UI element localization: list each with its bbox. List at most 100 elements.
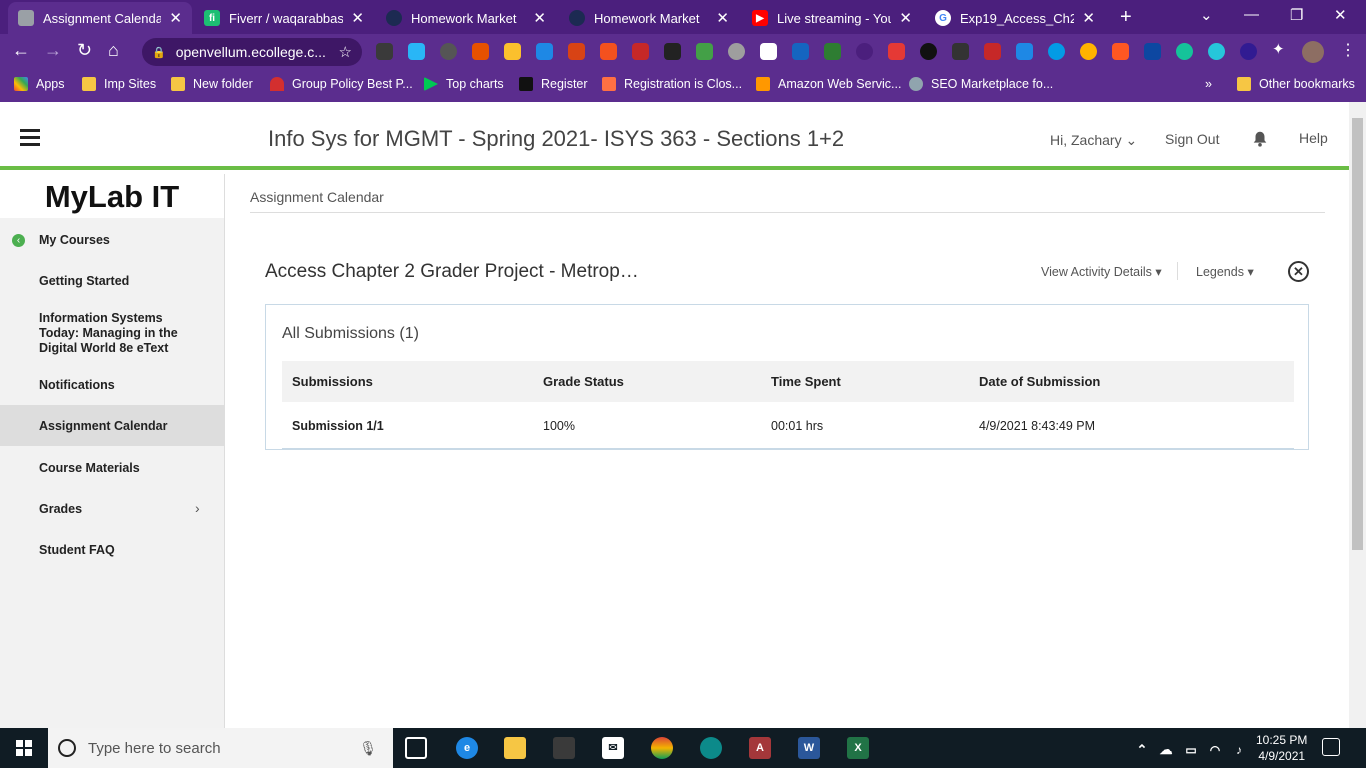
close-tab-icon[interactable]: ✕ bbox=[351, 9, 364, 27]
home-icon[interactable]: ⌂ bbox=[108, 40, 119, 61]
sidebar-item-my-courses[interactable]: My Courses bbox=[0, 233, 224, 248]
extension-icon[interactable] bbox=[1112, 43, 1129, 60]
user-menu[interactable]: Hi, Zachary ⌄ bbox=[1050, 132, 1137, 149]
action-center-icon[interactable] bbox=[1322, 738, 1340, 756]
tab-assignment-calendar[interactable]: Assignment Calendar ✕ bbox=[8, 2, 192, 34]
reload-icon[interactable]: ↻ bbox=[77, 40, 92, 61]
sign-out-link[interactable]: Sign Out bbox=[1165, 131, 1219, 147]
new-tab-icon[interactable]: + bbox=[1120, 6, 1132, 29]
extension-icon[interactable] bbox=[792, 43, 809, 60]
close-tab-icon[interactable]: ✕ bbox=[533, 9, 546, 27]
bookmark-aws[interactable]: Amazon Web Servic... bbox=[756, 77, 901, 91]
more-bookmarks-icon[interactable]: » bbox=[1205, 77, 1212, 91]
tab-search-icon[interactable]: ⌄ bbox=[1200, 6, 1213, 24]
edge-legacy-icon[interactable]: e bbox=[456, 737, 478, 759]
volume-icon[interactable]: ♪ bbox=[1228, 739, 1250, 761]
extension-icon[interactable] bbox=[1016, 43, 1033, 60]
sidebar-item-notifications[interactable]: Notifications bbox=[0, 378, 224, 393]
edge-icon[interactable] bbox=[700, 737, 722, 759]
bookmark-registration[interactable]: Registration is Clos... bbox=[602, 77, 742, 91]
extension-icon[interactable] bbox=[760, 43, 777, 60]
tab-homework-market-1[interactable]: Homework Market ✕ bbox=[376, 2, 556, 34]
minimize-icon[interactable]: — bbox=[1244, 6, 1259, 23]
access-icon[interactable]: A bbox=[749, 737, 771, 759]
taskbar-search[interactable]: Type here to search 🎙 bbox=[48, 728, 393, 768]
extension-icon[interactable] bbox=[856, 43, 873, 60]
extension-icon[interactable] bbox=[440, 43, 457, 60]
bookmark-top-charts[interactable]: Top charts bbox=[424, 77, 504, 91]
extension-icon[interactable] bbox=[472, 43, 489, 60]
extension-icon[interactable] bbox=[1208, 43, 1225, 60]
submission-name[interactable]: Submission 1/1 bbox=[292, 419, 384, 433]
extension-icon[interactable] bbox=[600, 43, 617, 60]
mail-icon[interactable]: ✉ bbox=[602, 737, 624, 759]
menu-kebab-icon[interactable]: ⋮ bbox=[1340, 40, 1356, 60]
notifications-bell-icon[interactable] bbox=[1251, 130, 1269, 148]
extension-icon[interactable] bbox=[728, 43, 745, 60]
tab-fiverr[interactable]: fi Fiverr / waqarabbas59 ✕ bbox=[194, 2, 374, 34]
extension-icon[interactable] bbox=[696, 43, 713, 60]
file-explorer-icon[interactable] bbox=[504, 737, 526, 759]
extension-icon[interactable] bbox=[1080, 43, 1097, 60]
profile-avatar[interactable] bbox=[1302, 41, 1324, 63]
onedrive-icon[interactable]: ☁ bbox=[1155, 739, 1177, 761]
extension-icon[interactable] bbox=[408, 43, 425, 60]
close-tab-icon[interactable]: ✕ bbox=[899, 9, 912, 27]
extension-icon[interactable] bbox=[888, 43, 905, 60]
close-tab-icon[interactable]: ✕ bbox=[169, 9, 182, 27]
extension-icon[interactable] bbox=[568, 43, 585, 60]
store-icon[interactable] bbox=[553, 737, 575, 759]
battery-icon[interactable]: ▭ bbox=[1180, 739, 1202, 761]
extension-icon[interactable] bbox=[920, 43, 937, 60]
bookmark-imp-sites[interactable]: Imp Sites bbox=[82, 77, 156, 91]
close-circle-icon[interactable]: ✕ bbox=[1288, 261, 1309, 282]
grammarly-icon[interactable] bbox=[1176, 43, 1193, 60]
bookmark-star-icon[interactable]: ☆ bbox=[339, 43, 352, 61]
windows-start-icon[interactable] bbox=[16, 740, 32, 756]
extension-icon[interactable] bbox=[952, 43, 969, 60]
bookmark-register[interactable]: Register bbox=[519, 77, 588, 91]
bookmark-seo-marketplace[interactable]: SEO Marketplace fo... bbox=[909, 77, 1053, 91]
extension-icon[interactable] bbox=[1048, 43, 1065, 60]
extension-icon[interactable] bbox=[536, 43, 553, 60]
sidebar-item-course-materials[interactable]: Course Materials bbox=[0, 461, 224, 476]
extension-icon[interactable] bbox=[1144, 43, 1161, 60]
word-icon[interactable]: W bbox=[798, 737, 820, 759]
help-link[interactable]: Help bbox=[1299, 130, 1328, 146]
microphone-icon[interactable]: 🎙 bbox=[359, 740, 377, 757]
sidebar-item-getting-started[interactable]: Getting Started bbox=[0, 274, 224, 289]
legends-dropdown[interactable]: Legends ▾ bbox=[1196, 264, 1254, 279]
task-view-icon[interactable] bbox=[405, 737, 427, 759]
forward-icon[interactable]: → bbox=[44, 40, 62, 61]
close-tab-icon[interactable]: ✕ bbox=[1082, 9, 1095, 27]
tab-google-search[interactable]: G Exp19_Access_Ch2_Ca ✕ bbox=[925, 2, 1105, 34]
wifi-icon[interactable]: ◠ bbox=[1204, 739, 1226, 761]
extension-icon[interactable] bbox=[1240, 43, 1257, 60]
close-tab-icon[interactable]: ✕ bbox=[716, 9, 729, 27]
sidebar-item-grades[interactable]: Grades bbox=[0, 502, 224, 517]
extensions-puzzle-icon[interactable]: ✦ bbox=[1272, 40, 1285, 58]
tab-homework-market-2[interactable]: Homework Market ✕ bbox=[559, 2, 739, 34]
bookmark-other-bookmarks[interactable]: Other bookmarks bbox=[1237, 77, 1355, 91]
sidebar-item-student-faq[interactable]: Student FAQ bbox=[0, 543, 224, 558]
extension-icon[interactable] bbox=[824, 43, 841, 60]
maximize-icon[interactable]: ❐ bbox=[1290, 6, 1303, 24]
view-activity-details-dropdown[interactable]: View Activity Details ▾ bbox=[1041, 264, 1162, 279]
extension-icon[interactable] bbox=[376, 43, 393, 60]
back-icon[interactable]: ← bbox=[12, 40, 30, 61]
system-clock[interactable]: 10:25 PM 4/9/2021 bbox=[1256, 732, 1307, 764]
excel-icon[interactable]: X bbox=[847, 737, 869, 759]
chevron-right-icon[interactable]: › bbox=[195, 500, 200, 516]
show-hidden-icons[interactable]: ⌃ bbox=[1131, 739, 1153, 761]
bookmark-apps[interactable]: Apps bbox=[14, 77, 65, 91]
sidebar-item-assignment-calendar[interactable]: Assignment Calendar bbox=[0, 405, 224, 446]
address-bar[interactable]: 🔒 openvellum.ecollege.c... ☆ bbox=[142, 38, 362, 66]
sidebar-item-etext[interactable]: Information Systems Today: Managing in t… bbox=[0, 311, 224, 356]
extension-icon[interactable] bbox=[632, 43, 649, 60]
bookmark-group-policy[interactable]: Group Policy Best P... bbox=[270, 77, 413, 91]
bookmark-new-folder[interactable]: New folder bbox=[171, 77, 253, 91]
table-row[interactable]: Submission 1/1 100% 00:01 hrs 4/9/2021 8… bbox=[282, 402, 1294, 449]
extension-icon[interactable] bbox=[984, 43, 1001, 60]
extension-icon[interactable] bbox=[504, 43, 521, 60]
page-scrollbar[interactable] bbox=[1349, 102, 1366, 728]
